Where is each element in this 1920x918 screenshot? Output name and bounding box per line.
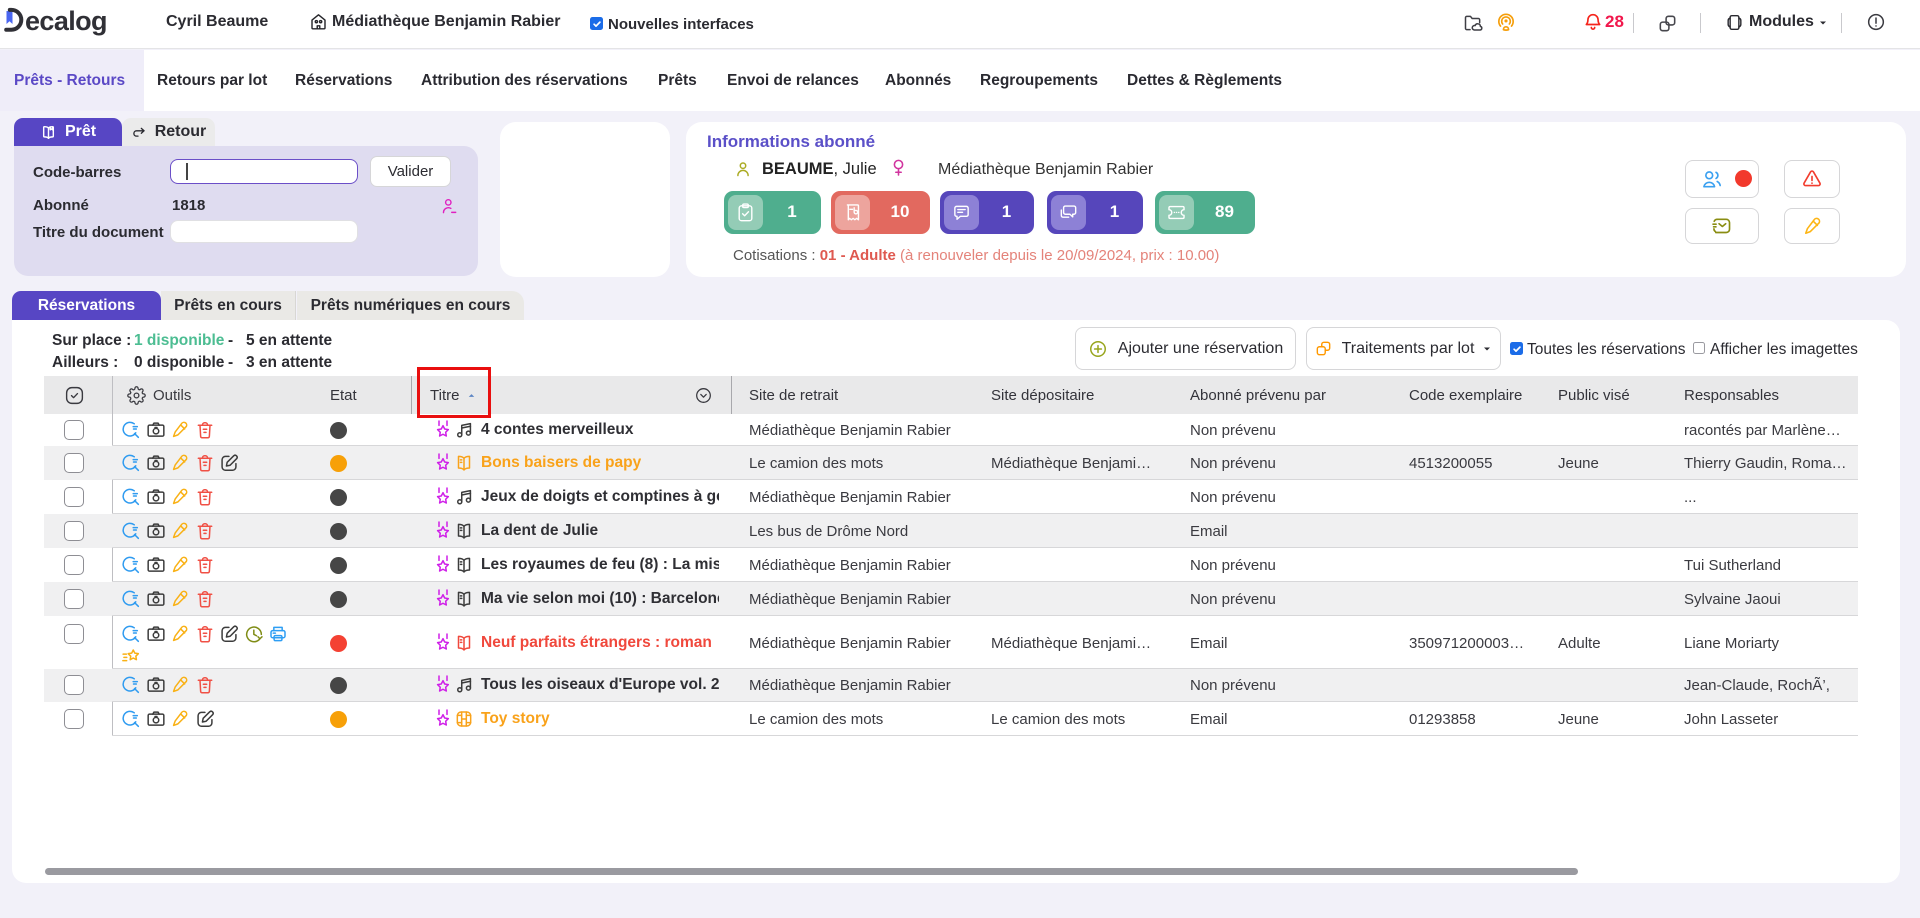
svg-text:ecalog: ecalog <box>25 6 107 36</box>
